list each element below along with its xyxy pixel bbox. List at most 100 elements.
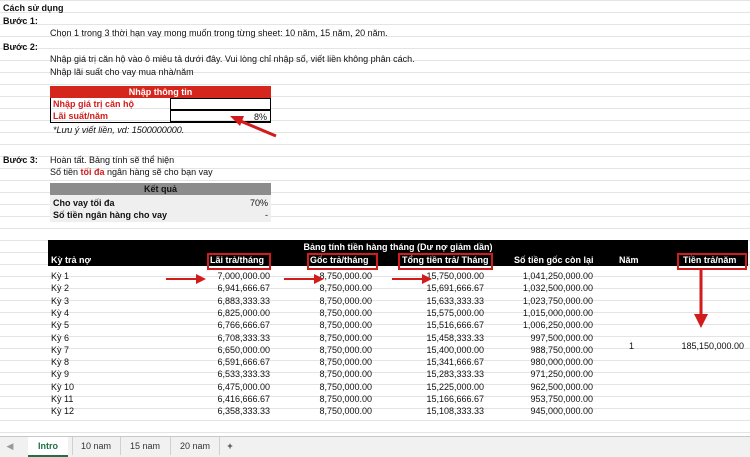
table-row: Kỳ 7 6,650,000.00 8,750,000.00 15,400,000.0… [48, 345, 748, 357]
apartment-value-label: Nhập giá trị căn hộ [53, 99, 135, 109]
step3-text-pre: Số tiền [50, 167, 81, 177]
instructions-title: Cách sử dụng [3, 3, 64, 13]
principal-cell: 8,750,000.00 [319, 344, 372, 355]
max-loan-label: Cho vay tối đa [53, 198, 115, 208]
step3-text-emphasis: tối đa [80, 167, 105, 177]
remaining-cell: 962,500,000.00 [530, 381, 593, 392]
table-row: Kỳ 9 6,533,333.33 8,750,000.00 15,283,333.3… [48, 369, 748, 381]
period-cell: Kỳ 3 [51, 295, 70, 306]
interest-cell: 6,825,000.00 [217, 307, 270, 318]
table-row: Kỳ 3 6,883,333.33 8,750,000.00 15,633,333.3… [48, 296, 748, 308]
total-cell: 15,225,000.00 [426, 381, 484, 392]
total-cell: 15,633,333.33 [426, 295, 484, 306]
principal-cell: 8,750,000.00 [319, 357, 372, 368]
red-arrow-icon [284, 274, 324, 284]
period-cell: Kỳ 9 [51, 369, 70, 380]
principal-cell: 8,750,000.00 [319, 369, 372, 380]
table-row: Kỳ 12 6,358,333.33 8,750,000.00 15,108,333.… [48, 406, 748, 418]
principal-cell: 8,750,000.00 [319, 332, 372, 343]
highlight-yearly-box [677, 253, 747, 270]
table-row: Kỳ 6 6,708,333.33 8,750,000.00 15,458,333.3… [48, 333, 748, 345]
worksheet: Cách sử dụng Bước 1: Chọn 1 trong 3 thời… [0, 0, 750, 436]
col-period: Kỳ trả nợ [51, 255, 91, 265]
period-cell: Kỳ 4 [51, 307, 70, 318]
total-cell: 15,166,666.67 [426, 394, 484, 404]
red-arrow-icon [166, 274, 206, 284]
year-value: 1 [629, 341, 635, 351]
total-cell: 15,283,333.33 [426, 369, 484, 380]
period-cell: Kỳ 6 [51, 332, 70, 343]
interest-cell: 7,000,000.00 [217, 271, 270, 281]
remaining-cell: 1,032,500,000.00 [522, 283, 593, 294]
add-sheet-button[interactable]: + [222, 437, 238, 455]
period-cell: Kỳ 1 [51, 271, 70, 281]
period-cell: Kỳ 12 [51, 406, 75, 417]
interest-cell: 6,358,333.33 [217, 406, 270, 417]
interest-cell: 6,708,333.33 [217, 332, 270, 343]
interest-cell: 6,533,333.33 [217, 369, 270, 380]
tab-intro[interactable]: Intro [28, 437, 68, 457]
red-arrow-icon [230, 116, 277, 138]
step3-text-post: ngân hàng sẽ cho bạn vay [104, 167, 213, 177]
highlight-total-box [398, 253, 493, 270]
result-box-header: Kết quả [50, 183, 271, 195]
step2-label: Bước 2: [3, 42, 38, 52]
step2-text-b: Nhập lãi suất cho vay mua nhà/năm [50, 67, 194, 77]
bank-loan-value: - [265, 210, 268, 220]
tab-10-nam[interactable]: 10 nam [72, 437, 119, 455]
red-arrow-icon [392, 274, 432, 284]
col-year: Năm [619, 255, 639, 265]
interest-cell: 6,650,000.00 [217, 344, 270, 355]
remaining-cell: 980,000,000.00 [530, 357, 593, 368]
period-cell: Kỳ 8 [51, 357, 70, 368]
interest-rate-label: Lãi suất/năm [53, 111, 109, 121]
yearly-value: 185,150,000.00 [681, 341, 744, 351]
table-row: Kỳ 11 6,416,666.67 8,750,000.00 15,166,666.… [48, 394, 748, 406]
table-row: Kỳ 8 6,591,666.67 8,750,000.00 15,341,666.6… [48, 357, 748, 369]
period-cell: Kỳ 10 [51, 381, 75, 392]
interest-cell: 6,941,666.67 [217, 283, 270, 294]
highlight-principal-box [307, 253, 378, 270]
table-row: Kỳ 10 6,475,000.00 8,750,000.00 15,225,000.… [48, 382, 748, 394]
total-cell: 15,516,666.67 [426, 320, 484, 331]
interest-cell: 6,416,666.67 [217, 394, 270, 404]
period-cell: Kỳ 11 [51, 394, 74, 404]
red-arrow-down-icon [694, 270, 708, 328]
step2-text-a: Nhập giá trị căn hộ vào ô miêu tả dưới đ… [50, 54, 415, 64]
period-cell: Kỳ 5 [51, 320, 70, 331]
total-cell: 15,108,333.33 [426, 406, 484, 417]
remaining-cell: 1,041,250,000.00 [522, 271, 593, 281]
step1-text: Chọn 1 trong 3 thời hạn vay mong muốn tr… [50, 28, 388, 38]
sheet-tabs-bar: ◀ Intro 10 nam 15 nam 20 nam + [0, 436, 750, 457]
apartment-value-input[interactable] [170, 98, 271, 110]
total-cell: 15,341,666.67 [426, 357, 484, 368]
remaining-cell: 971,250,000.00 [530, 369, 593, 380]
step1-label: Bước 1: [3, 16, 38, 26]
scroll-left-icon[interactable]: ◀ [4, 437, 16, 455]
table-title: Bảng tính tiền hàng tháng (Dư nợ giảm dầ… [303, 242, 493, 252]
interest-cell: 6,766,666.67 [217, 320, 270, 331]
table-row: Kỳ 5 6,766,666.67 8,750,000.00 15,516,666.6… [48, 320, 748, 332]
table-row: Kỳ 4 6,825,000.00 8,750,000.00 15,575,000.0… [48, 308, 748, 320]
tab-15-nam[interactable]: 15 nam [120, 437, 169, 455]
step3-text-b: Số tiền tối đa ngân hàng sẽ cho bạn vay [50, 167, 213, 177]
period-cell: Kỳ 2 [51, 283, 70, 294]
principal-cell: 8,750,000.00 [319, 307, 372, 318]
interest-cell: 6,591,666.67 [217, 357, 270, 368]
principal-cell: 8,750,000.00 [319, 320, 372, 331]
total-cell: 15,458,333.33 [426, 332, 484, 343]
principal-cell: 8,750,000.00 [319, 295, 372, 306]
col-remaining: Số tiền gốc còn lại [514, 255, 594, 265]
bank-loan-label: Số tiền ngân hàng cho vay [53, 210, 168, 220]
tab-20-nam[interactable]: 20 nam [170, 437, 220, 455]
remaining-cell: 997,500,000.00 [530, 332, 593, 343]
principal-cell: 8,750,000.00 [319, 406, 372, 417]
remaining-cell: 953,750,000.00 [530, 394, 593, 404]
principal-cell: 8,750,000.00 [319, 381, 372, 392]
period-cell: Kỳ 7 [51, 344, 70, 355]
input-note: *Lưu ý viết liền, vd: 1500000000. [53, 125, 185, 135]
interest-cell: 6,883,333.33 [217, 295, 270, 306]
remaining-cell: 1,023,750,000.00 [522, 295, 593, 306]
step3-label: Bước 3: [3, 155, 38, 165]
interest-cell: 6,475,000.00 [217, 381, 270, 392]
